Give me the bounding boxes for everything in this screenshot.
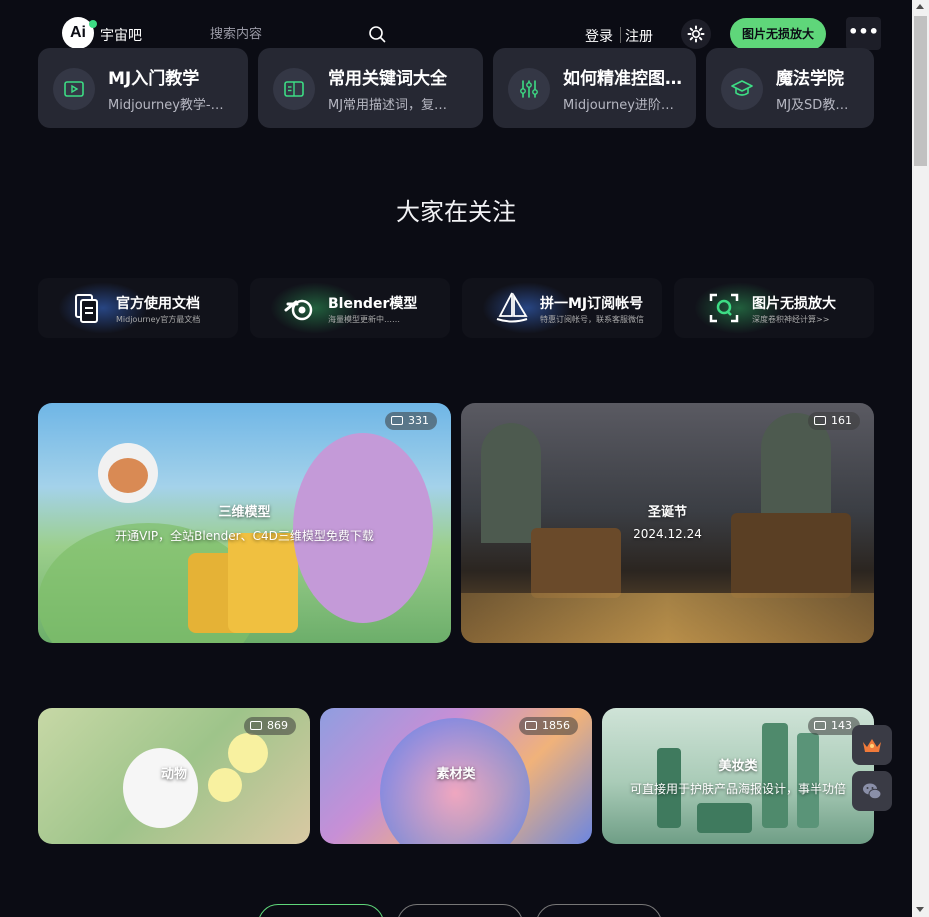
item-count-badge: 331	[385, 412, 437, 430]
category-card-beauty[interactable]: 143 美妆类 可直接用于护肤产品海报设计，事半功倍	[602, 708, 874, 844]
search-icon[interactable]	[368, 25, 386, 43]
category-card-animals[interactable]: 869 动物	[38, 708, 310, 844]
tree-shape	[481, 423, 541, 543]
category-title: 动物	[160, 767, 187, 782]
scroll-thumb[interactable]	[914, 16, 927, 166]
crown-icon	[863, 739, 881, 752]
section-title: 大家在关注	[396, 198, 516, 226]
scan-q-icon	[709, 293, 739, 323]
cabin-shape	[731, 513, 851, 598]
feature-banner[interactable]: 拼一MJ订阅帐号 特惠订阅帐号，联系客服微信	[462, 278, 662, 338]
feature-banner[interactable]: 图片无损放大 深度卷积神经计算>>	[674, 278, 874, 338]
scrollbar[interactable]	[912, 0, 929, 917]
graduation-cap-icon	[721, 68, 763, 110]
quick-link-title: 常用关键词大全	[328, 69, 447, 89]
rabbit-shape	[123, 748, 198, 828]
quick-link-subtitle: MJ及SD教…	[776, 98, 849, 113]
sailboat-icon	[496, 292, 528, 323]
folder-icon	[525, 721, 537, 730]
blender-icon	[284, 299, 313, 321]
category-title: 美妆类	[718, 759, 758, 774]
wechat-icon	[863, 783, 882, 800]
jar-shape	[697, 803, 752, 833]
category-subtitle: 开通VIP，全站Blender、C4D三维模型免费下载	[115, 529, 374, 543]
quick-link-card[interactable]: 常用关键词大全 MJ常用描述词，复…	[258, 48, 483, 128]
bottle-shape	[762, 723, 788, 828]
banner-title: Blender模型	[328, 296, 418, 312]
quick-link-card[interactable]: 如何精准控图… Midjourney进阶…	[493, 48, 696, 128]
category-title: 三维模型	[218, 505, 271, 520]
astronaut-face	[108, 458, 148, 493]
category-card-3d-models[interactable]: 331 三维模型 开通VIP，全站Blender、C4D三维模型免费下载	[38, 403, 451, 643]
bottom-tab[interactable]	[397, 904, 523, 917]
gear-icon	[687, 25, 705, 43]
divider	[620, 27, 621, 43]
item-count-badge: 1856	[519, 717, 578, 735]
bottom-tab[interactable]	[258, 904, 384, 917]
category-title: 圣诞节	[647, 505, 687, 520]
banner-title: 官方使用文档	[116, 296, 200, 312]
category-card-christmas[interactable]: 161 圣诞节 2024.12.24	[461, 403, 874, 643]
quick-link-title: MJ入门教学	[108, 69, 200, 89]
quick-link-title: 如何精准控图…	[563, 69, 682, 89]
banner-subtitle: Midjourney官方最文档	[116, 315, 201, 324]
theme-toggle-button[interactable]	[681, 19, 711, 49]
upscale-button[interactable]: 图片无损放大	[730, 18, 826, 50]
banner-subtitle: 深度卷积神经计算>>	[752, 315, 830, 324]
category-title: 素材类	[436, 767, 476, 782]
folder-icon	[250, 721, 262, 730]
site-name[interactable]: 宇宙吧	[100, 25, 142, 45]
feature-banner[interactable]: Blender模型 海量模型更新中……	[250, 278, 450, 338]
folder-icon	[814, 416, 826, 425]
category-subtitle: 可直接用于护肤产品海报设计，事半功倍	[629, 782, 846, 796]
sliders-icon	[508, 68, 550, 110]
item-count-badge: 869	[244, 717, 296, 735]
folder-icon	[391, 416, 403, 425]
quick-link-card[interactable]: 魔法学院 MJ及SD教…	[706, 48, 874, 128]
coin-stack	[228, 533, 298, 633]
document-icon	[75, 294, 98, 323]
lake-reflection	[461, 593, 874, 643]
scroll-up-arrow[interactable]	[916, 4, 924, 9]
quick-link-subtitle: Midjourney进阶…	[563, 98, 674, 113]
video-icon	[53, 68, 95, 110]
feature-banner[interactable]: 官方使用文档 Midjourney官方最文档	[38, 278, 238, 338]
more-menu-button[interactable]: •••	[846, 17, 881, 50]
banner-title: 拼一MJ订阅帐号	[540, 296, 644, 312]
quick-link-subtitle: Midjourney教学-…	[108, 98, 224, 113]
category-card-materials[interactable]: 1856 素材类	[320, 708, 592, 844]
banner-subtitle: 海量模型更新中……	[328, 315, 400, 324]
banner-title: 图片无损放大	[752, 296, 836, 312]
bottom-tab[interactable]	[536, 904, 662, 917]
book-icon	[273, 68, 315, 110]
register-link[interactable]: 注册	[625, 26, 653, 46]
scroll-down-arrow[interactable]	[916, 907, 924, 912]
folder-icon	[814, 721, 826, 730]
quick-link-card[interactable]: MJ入门教学 Midjourney教学-…	[38, 48, 248, 128]
category-subtitle: 2024.12.24	[633, 527, 702, 541]
search-input[interactable]	[210, 23, 390, 45]
quick-link-title: 魔法学院	[776, 69, 844, 89]
wechat-float-button[interactable]	[852, 771, 892, 811]
quick-link-subtitle: MJ常用描述词，复…	[328, 98, 448, 113]
banner-subtitle: 特惠订阅帐号，联系客服微信	[540, 315, 644, 324]
logo-dot	[89, 20, 97, 28]
login-link[interactable]: 登录	[585, 26, 613, 46]
item-count-badge: 161	[808, 412, 860, 430]
vip-float-button[interactable]	[852, 725, 892, 765]
